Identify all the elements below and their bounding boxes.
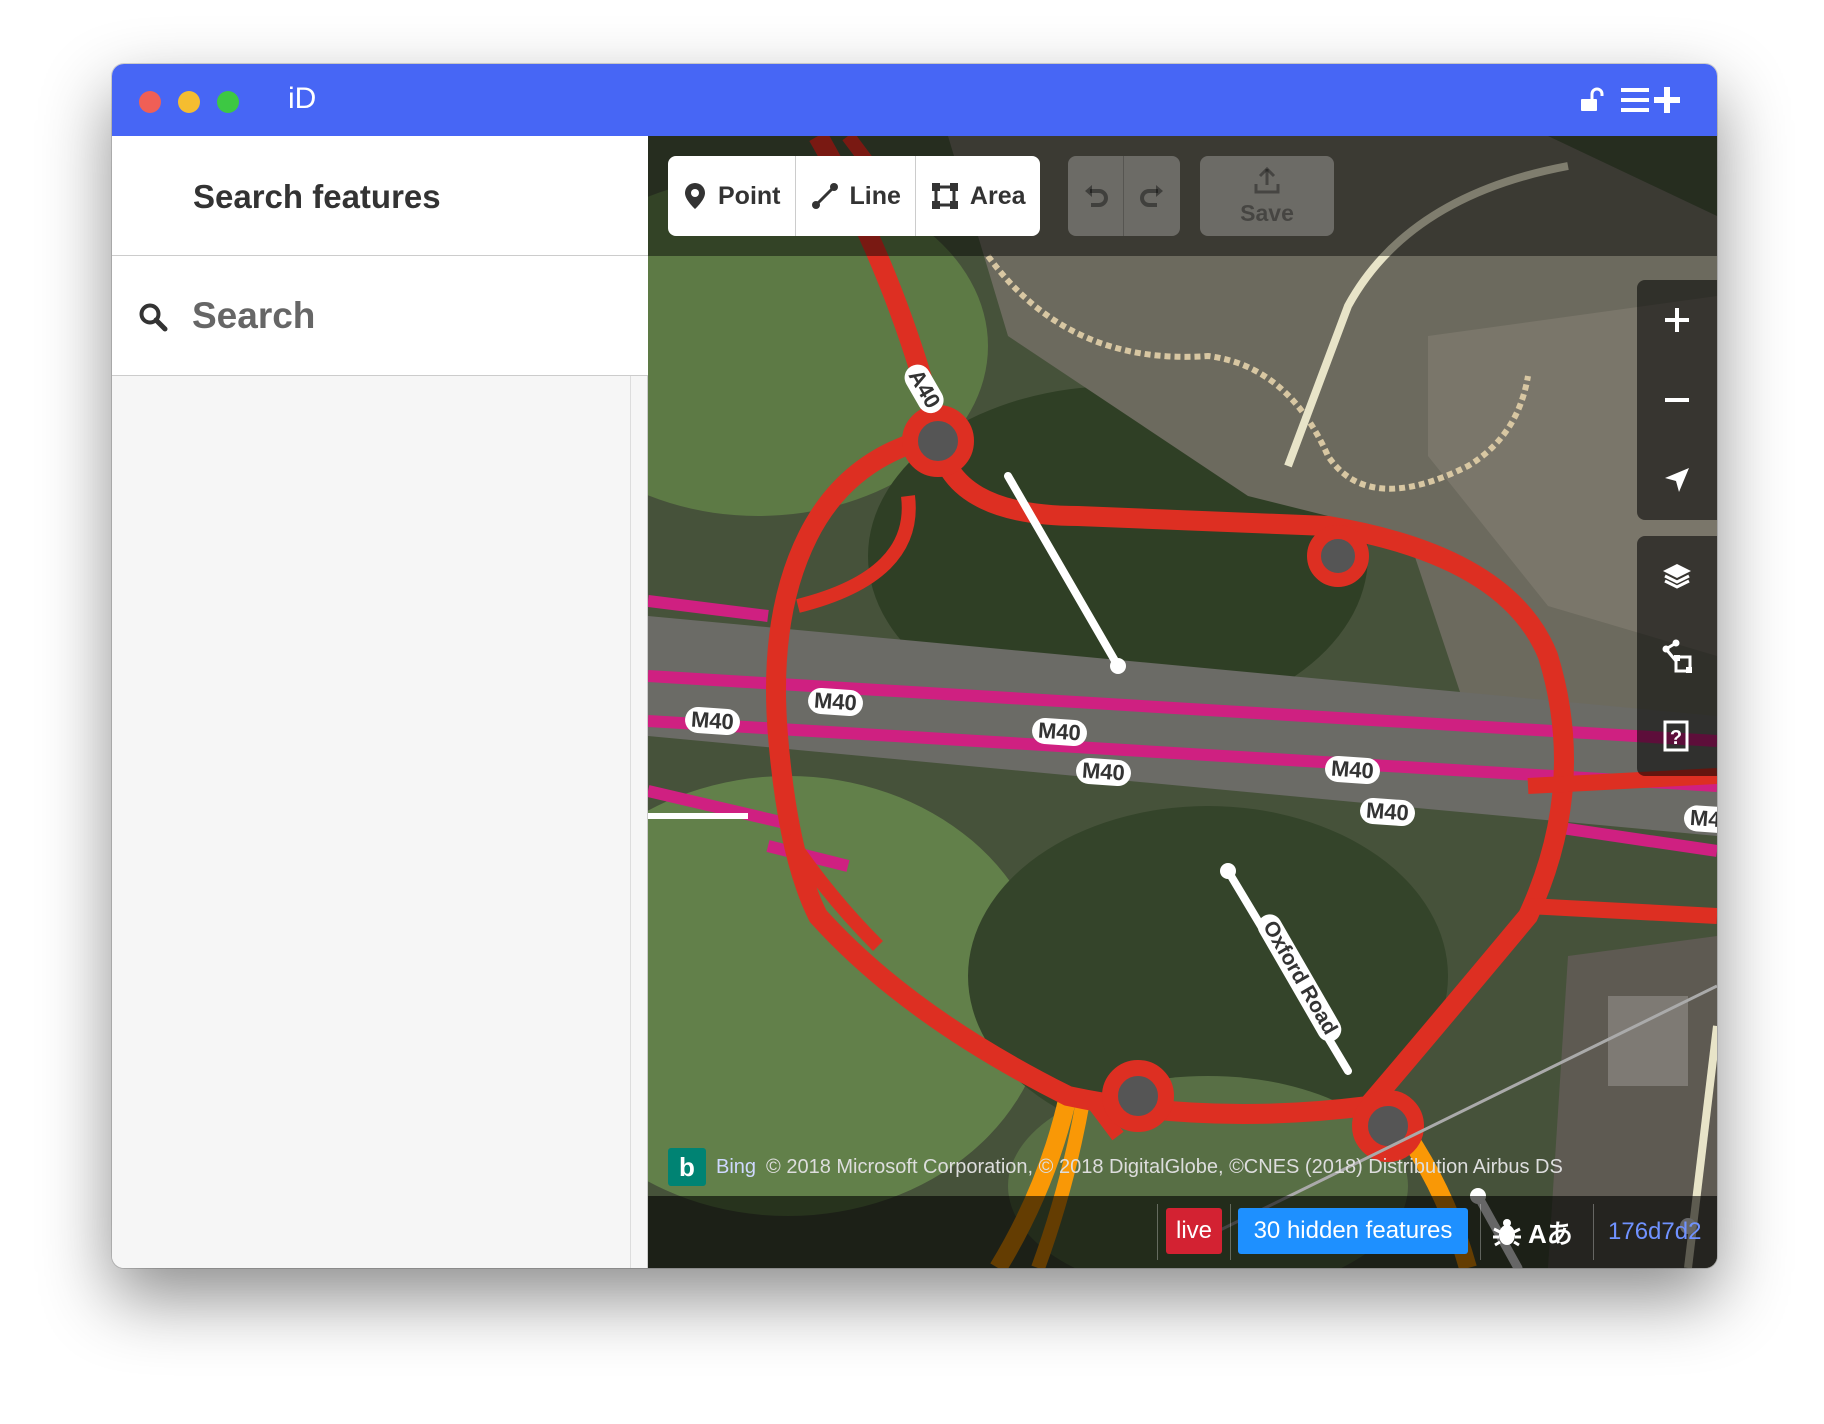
map-footer: live 30 hidden features Aあ 176d7d2 [648, 1196, 1717, 1268]
help-button[interactable]: ? [1637, 696, 1717, 776]
save-label: Save [1240, 199, 1294, 226]
add-area-button[interactable]: Area [916, 156, 1040, 236]
bug-icon[interactable] [1490, 1212, 1524, 1252]
close-window-button[interactable] [139, 91, 161, 113]
new-tab-icon[interactable] [1649, 82, 1685, 118]
geolocate-button[interactable] [1637, 440, 1717, 520]
app-title: iD [288, 82, 317, 115]
footer-divider [1480, 1204, 1481, 1260]
attribution-text: © 2018 Microsoft Corporation, © 2018 Dig… [766, 1155, 1563, 1178]
search-icon [138, 302, 168, 337]
maximize-window-button[interactable] [217, 91, 239, 113]
footer-divider [1157, 1204, 1158, 1260]
upload-icon [1254, 166, 1280, 193]
zoom-controls [1637, 280, 1717, 520]
attribution-provider[interactable]: Bing [716, 1156, 756, 1179]
search-input[interactable] [192, 290, 612, 342]
redo-icon [1140, 185, 1163, 207]
map-data-icon [1662, 639, 1692, 673]
zoom-out-button[interactable] [1637, 360, 1717, 440]
imagery-attribution: b Bing © 2018 Microsoft Corporation, © 2… [668, 1148, 1563, 1186]
add-feature-group: Point Line Area [668, 156, 1040, 236]
menu-icon[interactable] [1617, 82, 1653, 118]
hidden-features-badge[interactable]: 30 hidden features [1238, 1208, 1468, 1254]
point-label: Point [718, 181, 781, 210]
sidebar: Search features [112, 136, 648, 1268]
background-layers-button[interactable] [1637, 536, 1717, 616]
sidebar-title: Search features [193, 178, 441, 215]
plus-icon [1665, 308, 1689, 332]
pane-controls: ? [1637, 536, 1717, 776]
line-icon [811, 183, 838, 209]
layers-icon [1663, 564, 1691, 589]
point-icon [685, 183, 705, 209]
footer-divider [1230, 1204, 1231, 1260]
titlebar: iD [112, 64, 1717, 136]
road-label-m40: M40 [1359, 797, 1416, 827]
sidebar-header: Search features [112, 136, 648, 256]
live-badge: live [1166, 1208, 1222, 1254]
redo-button[interactable] [1124, 156, 1180, 236]
top-toolbar: Point Line Area Save [648, 136, 1717, 256]
save-button[interactable]: Save [1200, 156, 1334, 236]
zoom-in-button[interactable] [1637, 280, 1717, 360]
map-canvas[interactable]: A40 M40 M40 M40 M40 M40 M40 M4 Oxford Ro… [648, 136, 1717, 1268]
minus-icon [1665, 398, 1689, 402]
version-link[interactable]: 176d7d2 [1608, 1218, 1701, 1246]
language-icon[interactable]: Aあ [1528, 1212, 1573, 1252]
road-label-m40: M40 [1075, 757, 1132, 787]
road-label-m40: M40 [807, 687, 864, 717]
feature-search-bar [112, 256, 648, 376]
bing-logo-icon: b [668, 1148, 706, 1186]
road-label-m40: M40 [684, 706, 741, 736]
road-label-m40: M4 [1683, 804, 1717, 834]
undo-icon [1084, 185, 1108, 207]
sidebar-resizer[interactable] [630, 376, 631, 1268]
area-icon [931, 183, 958, 209]
add-line-button[interactable]: Line [796, 156, 916, 236]
area-label: Area [969, 181, 1026, 210]
road-label-m40: M40 [1031, 717, 1088, 747]
app-window: iD Search features Search A40 M40 M40 M4… [112, 64, 1717, 1268]
minimize-window-button[interactable] [178, 91, 200, 113]
svg-text:?: ? [1670, 727, 1682, 749]
location-arrow-icon [1665, 468, 1689, 492]
add-point-button[interactable]: Point [668, 156, 796, 236]
map-data-button[interactable] [1637, 616, 1717, 696]
help-book-icon: ? [1663, 720, 1689, 752]
line-label: Line [849, 181, 901, 210]
undo-redo-group [1068, 156, 1180, 236]
road-label-m40: M40 [1324, 755, 1381, 785]
footer-divider [1593, 1204, 1594, 1260]
undo-button[interactable] [1068, 156, 1124, 236]
